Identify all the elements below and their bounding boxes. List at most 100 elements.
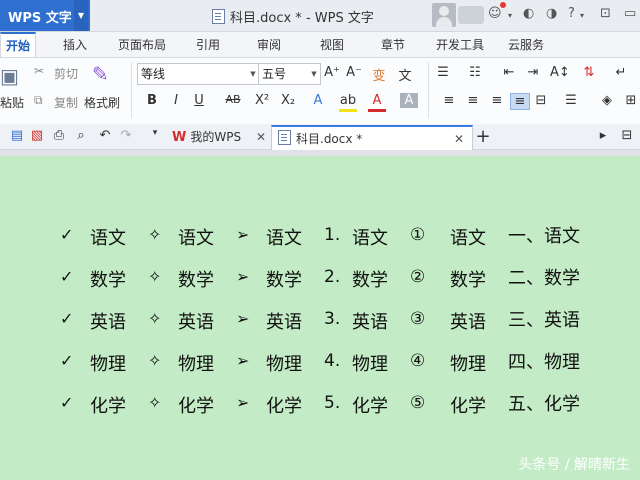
- list-item-text: 语文: [352, 228, 388, 249]
- new-doc-icon[interactable]: ▤: [8, 128, 26, 143]
- close-icon[interactable]: ✕: [454, 127, 464, 151]
- user-name[interactable]: [458, 6, 484, 24]
- distribute-icon[interactable]: ⊟: [532, 93, 550, 108]
- align-left-icon[interactable]: ≡: [440, 93, 458, 108]
- close-icon[interactable]: ✕: [256, 125, 266, 149]
- bullet-list-icon[interactable]: ☰: [434, 65, 452, 80]
- help-icon[interactable]: ?: [568, 6, 575, 21]
- font-size-select[interactable]: 五号 ▼: [258, 63, 321, 85]
- list-item-text: 英语: [450, 312, 486, 333]
- italic-icon[interactable]: I: [167, 93, 185, 108]
- document-tabs-bar: ▤ ▧ ⎙ ⌕ ↶ ↷ ▾ W 我的WPS ✕ 科目.docx * ✕ + ▸ ⊟: [0, 124, 640, 151]
- cut-button[interactable]: 剪切: [54, 65, 78, 82]
- strikethrough-icon[interactable]: AB: [222, 93, 244, 106]
- copy-icon[interactable]: ⧉: [34, 93, 43, 108]
- doc-tab-label: 科目.docx *: [296, 132, 363, 146]
- new-tab-icon[interactable]: +: [474, 126, 492, 147]
- paste-icon[interactable]: ▣: [0, 64, 19, 88]
- app-menu-button[interactable]: WPS 文字 ▼: [0, 0, 90, 31]
- chevron-down-icon[interactable]: ▾: [508, 11, 512, 20]
- feedback-icon[interactable]: ◐: [523, 6, 534, 21]
- show-marks-icon[interactable]: ↵: [612, 65, 630, 80]
- subscript-icon[interactable]: X₂: [279, 93, 297, 108]
- line-spacing-icon[interactable]: ☰: [562, 93, 580, 108]
- sort-icon[interactable]: ⇅: [580, 65, 598, 80]
- divider: [428, 62, 429, 118]
- notification-dot: [500, 2, 506, 8]
- app-name: WPS 文字: [8, 11, 72, 26]
- list-marker-check: ✓: [60, 267, 74, 286]
- document-area[interactable]: ✓ 语文 ✓ 数学 ✓ 英语 ✓ 物理 ✓ 化学 ✧ 语文 ✧ 数学 ✧ 英语 ✧ 物理 ✧ 化学 ➢ 语文 ➢ 数学 ➢ 英语 ➢…: [0, 156, 640, 480]
- list-item-text: 物理: [352, 354, 388, 375]
- doc-tab-my-wps[interactable]: W 我的WPS ✕: [168, 125, 272, 149]
- text-effect-icon[interactable]: A: [309, 93, 327, 108]
- clear-format-icon[interactable]: 变: [370, 65, 388, 84]
- copy-button[interactable]: 复制: [54, 94, 78, 111]
- chevron-down-icon[interactable]: ▼: [74, 0, 88, 31]
- font-name-select[interactable]: 等线 ▼: [137, 63, 260, 85]
- underline-icon[interactable]: U: [190, 93, 208, 108]
- font-color-icon[interactable]: A: [368, 93, 386, 112]
- tab-cloud[interactable]: 云服务: [508, 36, 544, 53]
- paste-button[interactable]: 粘贴: [0, 94, 24, 111]
- numbered-list-icon[interactable]: ☷: [466, 65, 484, 80]
- avatar[interactable]: [432, 3, 456, 27]
- borders-icon[interactable]: ⊞: [622, 93, 640, 108]
- redo-icon[interactable]: ↷: [117, 128, 135, 143]
- phonetic-guide-icon[interactable]: 文: [396, 65, 414, 84]
- highlight-icon[interactable]: ab: [339, 93, 357, 112]
- tab-menu-icon[interactable]: ⊟: [618, 128, 636, 143]
- doc-tab-active[interactable]: 科目.docx * ✕: [271, 125, 473, 151]
- tab-page-layout[interactable]: 页面布局: [118, 36, 166, 53]
- tab-home[interactable]: 开始: [0, 32, 37, 59]
- skin-icon[interactable]: ☺: [488, 6, 502, 21]
- chevron-down-icon[interactable]: ▼: [308, 64, 320, 84]
- list-item-text: 数学: [352, 270, 388, 291]
- tab-view[interactable]: 视图: [320, 36, 344, 53]
- list-item-text: 数学: [266, 270, 302, 291]
- minimize-icon[interactable]: ⊡: [600, 6, 611, 21]
- cut-icon[interactable]: ✂: [34, 64, 44, 78]
- list-item-text: 化学: [178, 396, 214, 417]
- justify-icon[interactable]: ≡: [510, 93, 530, 110]
- text-direction-icon[interactable]: A↕: [550, 65, 570, 80]
- list-marker-arrow: ➢: [236, 225, 250, 244]
- tab-list-icon[interactable]: ▸: [594, 128, 612, 143]
- chevron-down-icon[interactable]: ▾: [580, 11, 584, 20]
- print-icon[interactable]: ⎙: [50, 128, 68, 143]
- list-item-text: 物理: [450, 354, 486, 375]
- superscript-icon[interactable]: X²: [253, 93, 271, 108]
- list-item-text: 数学: [90, 270, 126, 291]
- undo-icon[interactable]: ↶: [96, 128, 114, 143]
- print-preview-icon[interactable]: ⌕: [72, 128, 90, 143]
- list-marker-arrow: ➢: [236, 351, 250, 370]
- shrink-font-icon[interactable]: A⁻: [345, 65, 363, 80]
- share-icon[interactable]: ◑: [546, 6, 557, 21]
- list-marker-diamond: ✧: [148, 267, 162, 286]
- list-marker-diamond: ✧: [148, 351, 162, 370]
- align-center-icon[interactable]: ≡: [464, 93, 482, 108]
- tab-references[interactable]: 引用: [196, 36, 220, 53]
- tab-review[interactable]: 审阅: [257, 36, 281, 53]
- restore-icon[interactable]: ▭: [624, 6, 636, 21]
- list-item-text: 语文: [178, 228, 214, 249]
- align-right-icon[interactable]: ≡: [488, 93, 506, 108]
- list-marker-diamond: ✧: [148, 225, 162, 244]
- customize-toolbar-icon[interactable]: ▾: [146, 128, 164, 138]
- char-shading-icon[interactable]: A: [400, 93, 418, 108]
- bold-icon[interactable]: B: [143, 93, 161, 108]
- list-item-text: 物理: [90, 354, 126, 375]
- format-painter-icon[interactable]: ✎: [92, 62, 109, 86]
- format-painter-button[interactable]: 格式刷: [84, 94, 120, 111]
- shading-icon[interactable]: ◈: [598, 93, 616, 108]
- open-icon[interactable]: ▧: [28, 128, 46, 143]
- grow-font-icon[interactable]: A⁺: [323, 65, 341, 80]
- tab-insert[interactable]: 插入: [63, 36, 87, 53]
- list-item-text: 英语: [352, 312, 388, 333]
- tab-section[interactable]: 章节: [381, 36, 405, 53]
- list-item-text: 英语: [90, 312, 126, 333]
- list-marker-number: 2.: [324, 267, 341, 287]
- decrease-indent-icon[interactable]: ⇤: [500, 65, 518, 80]
- increase-indent-icon[interactable]: ⇥: [524, 65, 542, 80]
- tab-developer[interactable]: 开发工具: [436, 36, 484, 53]
